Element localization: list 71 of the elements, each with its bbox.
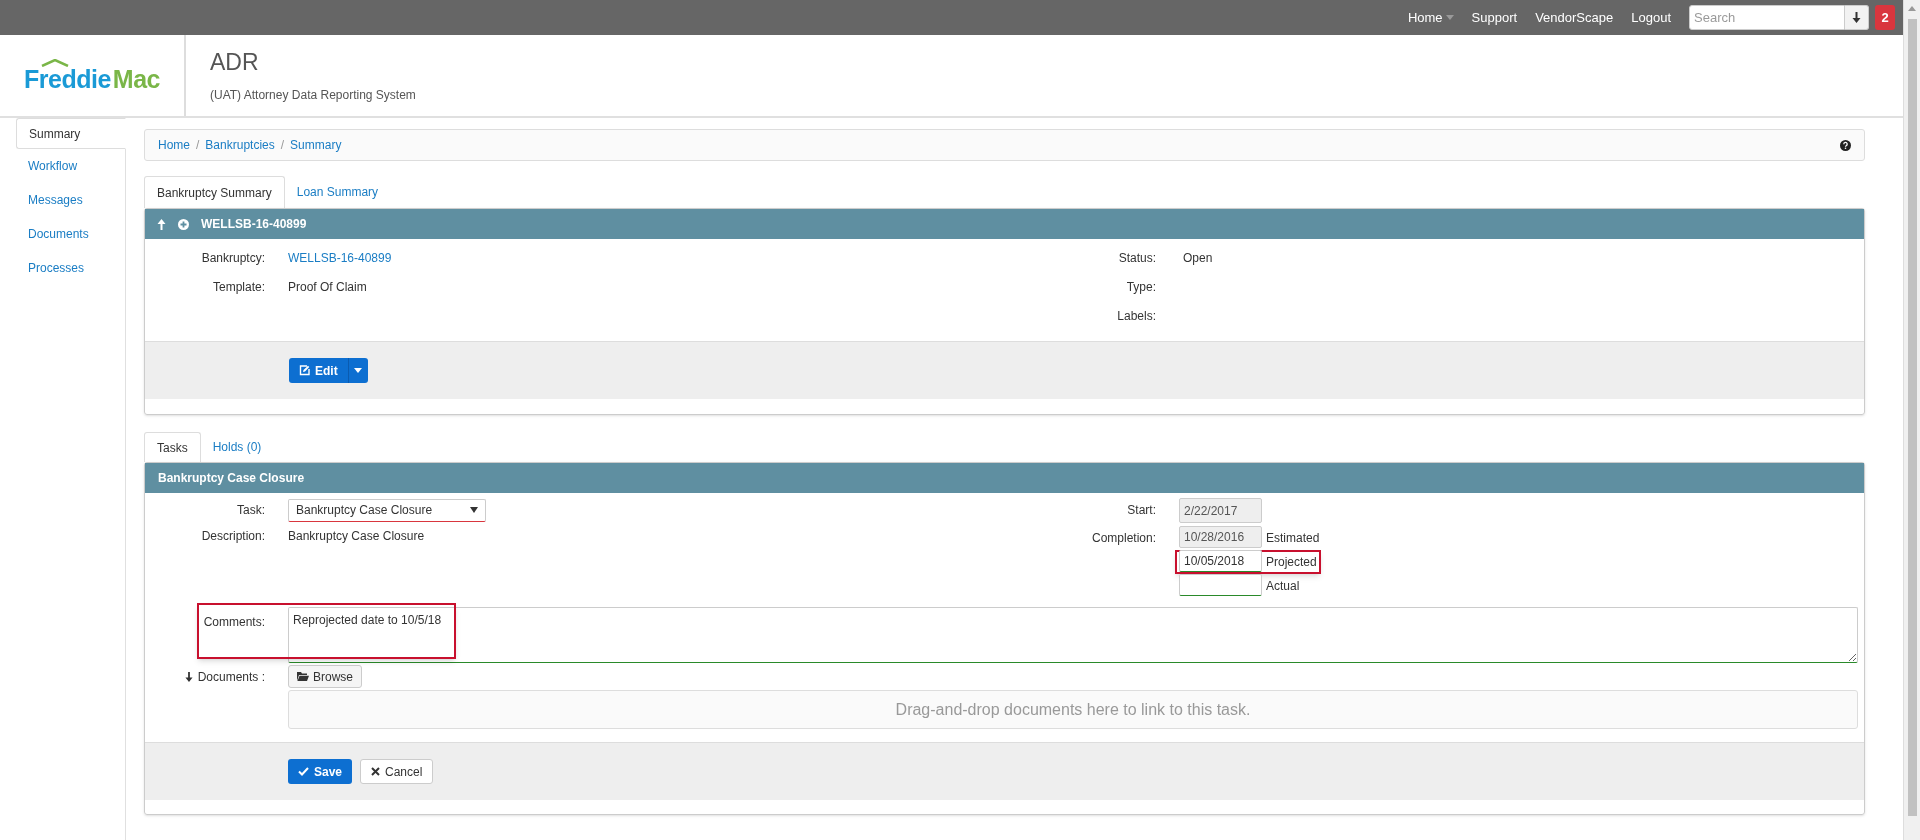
field-label: Start: [1126,502,1156,519]
folder-icon [297,672,309,681]
logo-text: Freddie [24,67,111,92]
nav-link[interactable]: VendorScape [1535,7,1614,28]
scroll-up-icon[interactable] [1908,6,1916,11]
close-icon [371,767,381,776]
caret-icon [1445,15,1454,20]
field-label: Status: [1117,250,1156,267]
plus-circle-icon[interactable] [178,218,189,230]
save-button[interactable]: Save [288,759,353,784]
breadcrumb-link[interactable]: Summary [290,136,342,154]
breadcrumb-separator: / [196,137,200,154]
scrollbar[interactable] [1903,0,1920,840]
task-select[interactable]: Bankruptcy Case Closure [288,498,486,522]
app-subtitle: (UAT) Attorney Data Reporting System [210,86,416,104]
nav-link[interactable]: Home [1407,7,1454,28]
field-label: Description: [200,528,265,545]
field-value: Open [1183,250,1213,267]
sidebar-item[interactable]: Documents [16,217,125,251]
field-label: Comments: [203,614,265,631]
down-arrow-icon [1852,12,1861,23]
nav-link[interactable]: Logout [1631,7,1671,28]
field-value: Bankruptcy Case Closure [288,528,425,545]
sidebar-item[interactable]: Messages [16,183,125,217]
date-field[interactable]: 10/05/2018 [1179,550,1262,572]
panel-title: WELLSB-16-40899 [201,216,307,233]
field-label: Task: [236,502,265,519]
sidebar-item[interactable]: Workflow [16,149,125,183]
help-icon[interactable] [1840,139,1851,151]
download-button[interactable] [1845,5,1869,30]
scrollbar-thumb[interactable] [1907,19,1917,816]
tab[interactable]: Loan Summary [284,176,391,208]
field-label: Template: [211,279,265,296]
field-label: Type: [1125,279,1156,296]
sidebar-item[interactable]: Processes [16,251,125,285]
sidebar-item[interactable]: Summary [16,118,126,149]
up-arrow-icon[interactable] [157,218,166,230]
cancel-button[interactable]: Cancel [360,759,434,784]
checkmark-icon [298,767,309,776]
tab[interactable]: Bankruptcy Summary [144,176,285,208]
date-field[interactable]: 2/22/2017 [1179,498,1262,523]
edit-button[interactable]: Edit [289,358,348,383]
field-link[interactable]: WELLSB-16-40899 [288,249,392,267]
breadcrumb-separator: / [280,137,285,154]
field-label: Documents : [197,668,265,686]
breadcrumb-link[interactable]: Bankruptcies [205,136,275,154]
panel-title: Bankruptcy Case Closure [158,470,305,487]
nav-link[interactable]: Support [1471,7,1518,28]
comments-field[interactable]: Reprojected date to 10/5/18 [288,607,1858,663]
browse-button[interactable]: Browse [288,665,362,688]
date-field[interactable] [1179,574,1262,596]
down-arrow-icon[interactable] [184,671,193,682]
date-note: Projected [1266,554,1317,571]
app-title: ADR [210,48,260,77]
date-note: Estimated [1266,530,1320,547]
field-label: Labels: [1116,308,1156,325]
field-label: Bankruptcy: [200,250,265,267]
notification-badge[interactable]: 2 [1875,5,1895,30]
tab[interactable]: Holds (0) [200,432,274,462]
date-note: Actual [1266,578,1300,595]
breadcrumb-link[interactable]: Home [158,136,190,154]
edit-icon [299,365,310,376]
dropdown-toggle[interactable] [347,358,368,383]
roof-icon [40,59,71,67]
field-value: Proof Of Claim [288,279,367,296]
caret-icon [354,368,363,373]
caret-icon [470,507,478,513]
logo-text: Mac [112,67,160,92]
search-field[interactable]: Search [1689,5,1845,30]
field-label: Completion: [1090,530,1156,547]
tab[interactable]: Tasks [144,432,201,462]
